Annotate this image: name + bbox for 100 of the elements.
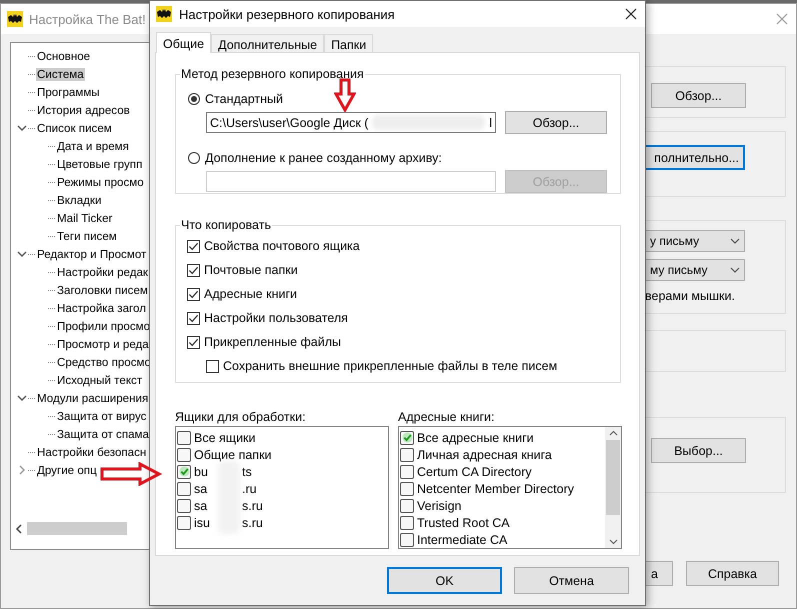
tree-item[interactable]: Дата и время (56, 140, 130, 152)
tree-item[interactable]: Защита от спама (56, 428, 150, 440)
checkbox[interactable] (400, 516, 414, 530)
path-field[interactable]: C:\Users\user\Google Диск ( l (206, 112, 496, 133)
list-item[interactable]: Все адресные книги (417, 430, 534, 444)
chevron-right-icon[interactable] (17, 465, 27, 475)
checkbox[interactable] (187, 264, 200, 276)
chevron-down-icon (730, 238, 740, 244)
tree-item[interactable]: Вкладки (56, 194, 102, 206)
chevron-down-icon[interactable] (17, 123, 27, 133)
list-item[interactable]: .ru (242, 482, 257, 496)
checkbox-label: Адресные книги (204, 287, 297, 301)
dropdown[interactable]: му письму (645, 259, 745, 281)
tree-item[interactable]: Защита от вирус (56, 410, 148, 422)
list-item[interactable]: Intermediate CA (417, 532, 508, 546)
tree-item[interactable]: Редактор и Просмот (36, 248, 148, 260)
checkbox[interactable] (177, 516, 191, 530)
scrollbar[interactable] (605, 427, 621, 548)
tree-item[interactable]: Теги писем (56, 230, 118, 242)
chevron-left-icon[interactable] (15, 524, 23, 534)
tree-item[interactable]: Профили просмо (56, 320, 152, 332)
tab[interactable]: Дополнительные (211, 34, 324, 52)
window-title: Настройка The Bat! (29, 12, 146, 26)
list-item[interactable]: sa (194, 498, 208, 512)
chevron-down-icon[interactable] (17, 249, 27, 259)
tree-item[interactable]: Программы (36, 86, 101, 98)
checkbox[interactable] (177, 482, 191, 496)
choose-button[interactable]: Выбор... (651, 438, 746, 463)
checkbox[interactable] (187, 336, 200, 348)
checkbox[interactable] (206, 360, 219, 372)
chevron-down-icon[interactable] (17, 393, 27, 403)
list-item[interactable]: s.ru (242, 498, 263, 512)
browse-button[interactable]: Обзор... (651, 83, 746, 108)
radio-label: Дополнение к ранее созданному архиву: (205, 151, 442, 165)
list-item[interactable]: sa (194, 482, 208, 496)
checkbox[interactable] (400, 532, 414, 546)
tree-item[interactable]: Режимы просмо (56, 176, 145, 188)
checkbox-label: Свойства почтового ящика (204, 239, 360, 253)
tree-item[interactable]: Исходный текст (56, 374, 144, 386)
cancel-button[interactable]: Отмена (514, 567, 629, 594)
checkbox[interactable] (400, 464, 414, 478)
list-item[interactable]: isu (194, 516, 210, 530)
checkbox[interactable] (400, 430, 414, 444)
chevron-down-icon (730, 267, 740, 273)
tree-item[interactable]: Модули расширения (36, 392, 150, 404)
list-item[interactable]: Trusted Root CA (417, 516, 510, 530)
tree-item[interactable]: Заголовки писем (56, 284, 149, 296)
checkbox[interactable] (400, 498, 414, 512)
bat-icon (7, 11, 23, 27)
list-item[interactable]: ts (242, 464, 252, 478)
list-item[interactable]: s.ru (242, 516, 263, 530)
chevron-up-icon[interactable] (608, 430, 618, 436)
checkbox-label: Сохранить внешние прикрепленные файлы в теле писем (223, 359, 558, 373)
list-item[interactable]: Общие папки (194, 448, 272, 462)
tree-item[interactable]: Просмотр и реда (56, 338, 150, 350)
checkbox-label: Настройки пользователя (204, 311, 348, 325)
checkbox[interactable] (400, 448, 414, 462)
checkbox-label: Прикрепленные файлы (204, 335, 342, 349)
tree-item[interactable]: Другие опц (36, 464, 98, 476)
chevron-down-icon[interactable] (608, 539, 618, 545)
help-button[interactable]: Справка (686, 561, 779, 586)
tree-item[interactable]: Список писем (36, 122, 113, 134)
tab[interactable]: Папки (324, 34, 374, 52)
group-title: Метод резервного копирования (180, 67, 365, 81)
dropdown[interactable]: у письму (645, 230, 745, 252)
list-item[interactable]: Verisign (417, 498, 462, 512)
checkbox[interactable] (187, 288, 200, 300)
checkbox[interactable] (400, 482, 414, 496)
tree-item[interactable]: Mail Ticker (56, 212, 114, 224)
tree-item[interactable]: Цветовые групп (56, 158, 144, 170)
checkbox[interactable] (187, 312, 200, 324)
ok-button[interactable]: OK (387, 567, 502, 594)
radio-button[interactable] (188, 93, 200, 105)
list-item[interactable]: Netcenter Member Directory (417, 482, 574, 496)
group-title: Что копировать (180, 218, 272, 232)
checkbox[interactable] (177, 498, 191, 512)
tree-item[interactable]: Настройки безопасн (36, 446, 148, 458)
checkbox[interactable] (177, 430, 191, 444)
list-item[interactable]: Все ящики (194, 430, 256, 444)
path-text: C:\Users\user\Google Диск ( (210, 116, 368, 130)
tree-item[interactable]: История адресов (36, 104, 131, 116)
tree-item[interactable]: Настройка загол (56, 302, 147, 314)
tree-item[interactable]: Основное (36, 50, 92, 62)
tree-item[interactable]: Настройки редак (56, 266, 149, 278)
checkbox[interactable] (177, 464, 191, 478)
list-item[interactable]: Личная адресная книга (417, 448, 552, 462)
tab[interactable]: Общие (156, 32, 212, 53)
checkbox[interactable] (187, 240, 200, 252)
browse-button[interactable]: Обзор... (505, 111, 607, 134)
tree-item[interactable]: Система (36, 68, 85, 80)
radio-label: Стандартный (205, 92, 283, 106)
checkbox-label: Почтовые папки (204, 263, 298, 277)
hint-text: верами мышки. (645, 289, 735, 303)
annotation-arrow (100, 462, 162, 486)
bat-icon (156, 6, 172, 22)
checkbox[interactable] (177, 448, 191, 462)
list-title: Ящики для обработки: (175, 410, 307, 424)
list-item[interactable]: Certum CA Directory (417, 464, 532, 478)
close-icon[interactable] (623, 6, 639, 22)
list-item[interactable]: bu (194, 464, 208, 478)
